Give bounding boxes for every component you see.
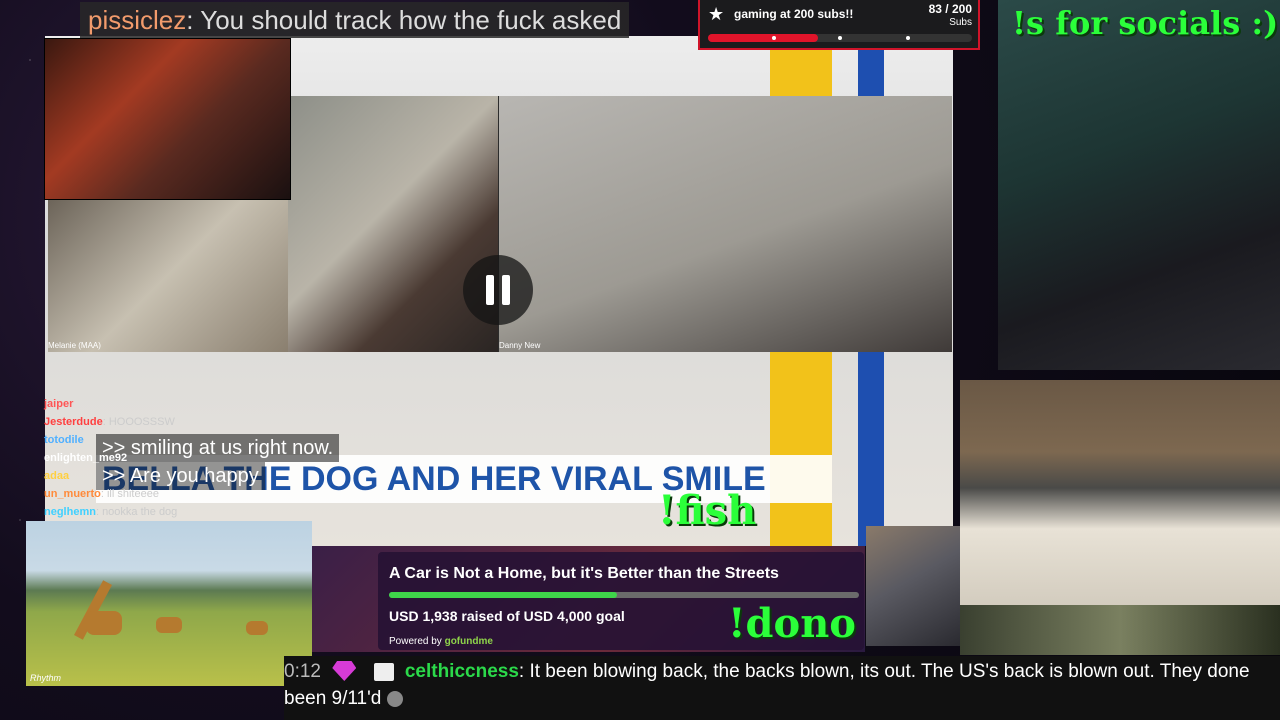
video-tile-danny: Danny New: [499, 96, 952, 352]
star-icon: ★: [708, 4, 725, 24]
mini-chat-username: adaa: [44, 470, 70, 482]
dono-command-label: !dono: [728, 600, 856, 647]
chat-separator: :: [186, 5, 201, 35]
mini-chat-username: totodile: [44, 434, 84, 446]
chat-username: pissiclez: [88, 5, 187, 35]
diamond-badge-icon: [332, 661, 357, 681]
mini-chat-username: un_muerto: [44, 488, 101, 500]
mini-chat-line: Jesterdude: HOOOSSSW: [44, 413, 274, 431]
highlighted-chat-message: pissiclez: You should track how the fuck…: [80, 2, 630, 38]
video-tile-melanie: [288, 96, 498, 352]
donation-progress-fill: [389, 592, 617, 598]
chat-username: celthiccness: [404, 661, 519, 682]
giraffe-body: [156, 617, 182, 633]
giraffe-body: [246, 621, 268, 635]
pause-button[interactable]: [463, 255, 533, 325]
mini-chat-username: Jesterdude: [44, 416, 103, 428]
guest-webcam: [998, 0, 1280, 370]
sub-goal-count: 83 / 200: [928, 2, 972, 16]
mini-chat-line: adaa: [44, 467, 274, 485]
video-call-frame: Danny New: [288, 96, 952, 352]
mini-chat-line: totodile: [44, 431, 274, 449]
streamer-webcam: [44, 38, 291, 200]
donation-raised-text: USD 1,938 raised of USD 4,000 goal: [389, 608, 625, 624]
mini-chat-username: neglhemn: [44, 506, 96, 518]
mini-chat-line: enlighten_me92: [44, 449, 274, 467]
video-tile-name: Danny New: [499, 341, 541, 350]
mini-chat-line: neglhemn: nookka the dog: [44, 503, 274, 521]
fish-command-label: !fish: [658, 487, 757, 534]
powered-by-text: Powered by: [389, 636, 442, 647]
milestone-marker: [772, 36, 776, 40]
chat-separator: :: [518, 661, 530, 682]
giraffe-scene-panel: Rhythm: [26, 521, 312, 686]
powered-by-label: Powered by gofundme: [389, 636, 493, 647]
mini-chat-username: jaiper: [44, 398, 74, 410]
sub-goal-progress-bar: [708, 34, 972, 42]
bottom-chat-message: 0:12 celthiccness: It been blowing back,…: [284, 656, 1280, 720]
hidden-eye-badge-icon: [373, 663, 394, 681]
chat-timestamp: 0:12: [284, 661, 321, 682]
donation-title: A Car is Not a Home, but it's Better tha…: [389, 565, 779, 582]
emote-icon: [386, 691, 403, 707]
mini-chat-overlay: jaiper Jesterdude: HOOOSSSW totodile enligh…: [44, 395, 274, 521]
room-floor: [960, 605, 1280, 655]
mini-chat-text: : HOOOSSSW: [102, 416, 175, 428]
mini-chat-text: : nookka the dog: [95, 506, 178, 518]
room-camera: [960, 380, 1280, 620]
video-tile-name: Melanie (MAA): [48, 341, 101, 350]
sub-goal-title: gaming at 200 subs!!: [734, 7, 854, 21]
milestone-marker: [838, 36, 842, 40]
rhythm-logo: Rhythm: [30, 673, 62, 683]
milestone-marker: [906, 36, 910, 40]
sub-goal-progress-fill: [708, 34, 818, 42]
video-tile-dog: Melanie (MAA): [48, 198, 288, 352]
giraffe-body: [86, 611, 122, 635]
gofundme-logo: gofundme: [444, 636, 493, 647]
donation-progress-bar: [389, 592, 859, 598]
mini-chat-text: : ill shiteeee: [100, 488, 159, 500]
mini-chat-line: un_muerto: ill shiteeee: [44, 485, 274, 503]
mini-chat-username: enlighten_me92: [44, 452, 128, 464]
sub-goal-widget: ★ gaming at 200 subs!! 83 / 200 Subs: [698, 0, 980, 50]
mini-chat-line: jaiper: [44, 395, 274, 413]
socials-command-label: !s for socials :): [1012, 4, 1279, 42]
sub-goal-unit: Subs: [949, 17, 972, 28]
chat-message-text: You should track how the fuck asked: [200, 5, 622, 35]
cat-image: [866, 526, 960, 646]
